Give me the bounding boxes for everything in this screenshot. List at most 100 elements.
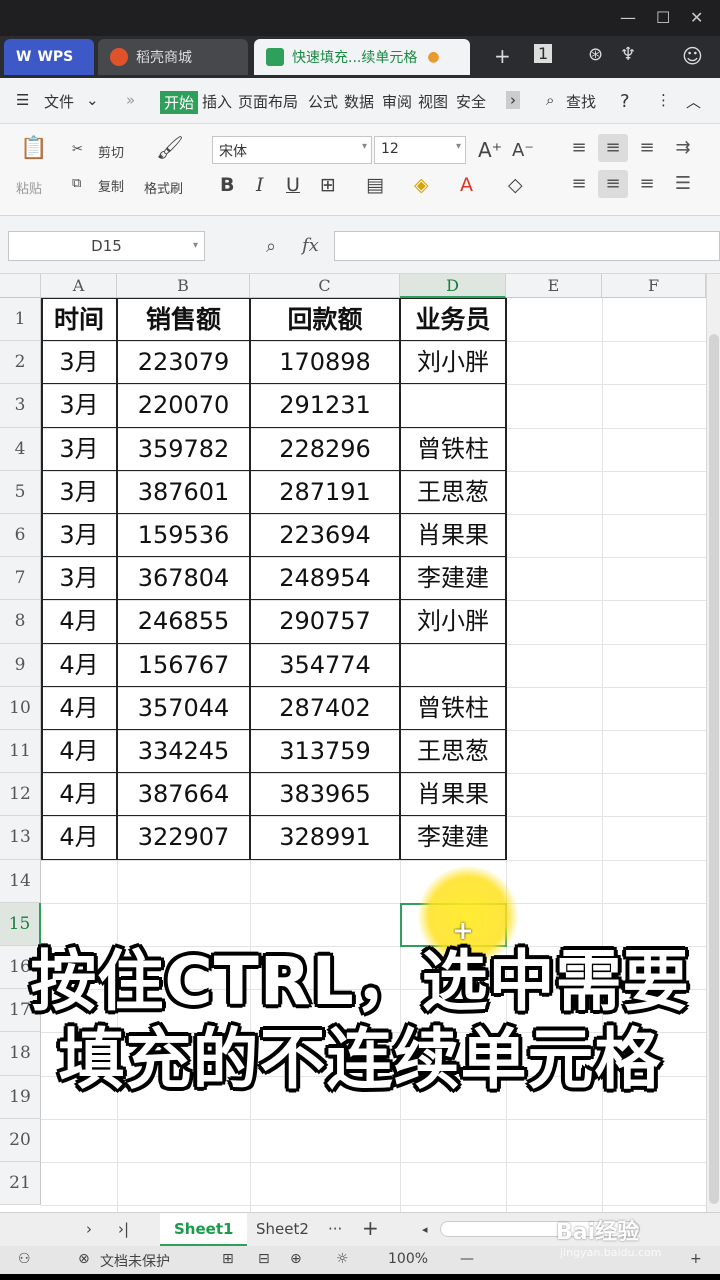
name-box[interactable]: D15 ▾: [8, 231, 205, 261]
page-layout-view-icon[interactable]: ⊟: [258, 1251, 270, 1267]
table-cell[interactable]: 王思葱: [400, 730, 506, 773]
table-cell[interactable]: 4月: [41, 600, 117, 643]
table-cell[interactable]: 肖果果: [400, 514, 506, 557]
column-header-e[interactable]: E: [506, 274, 602, 298]
search-icon[interactable]: ⌕: [546, 91, 554, 109]
row-header-11[interactable]: 11: [0, 730, 41, 774]
zoom-formula-icon[interactable]: ⌕: [266, 236, 276, 257]
more-left-icon[interactable]: »: [126, 91, 135, 109]
table-cell[interactable]: 322907: [117, 816, 250, 859]
column-header-f[interactable]: F: [602, 274, 706, 298]
paste-button[interactable]: 粘贴: [16, 178, 42, 197]
row-header-8[interactable]: 8: [0, 600, 41, 644]
fx-button[interactable]: fx: [302, 235, 319, 256]
table-cell[interactable]: 159536: [117, 514, 250, 557]
table-cell[interactable]: 357044: [117, 687, 250, 730]
menu-review[interactable]: 审阅: [382, 91, 412, 112]
add-sheet-button[interactable]: +: [362, 1216, 379, 1240]
menu-formula[interactable]: 公式: [308, 91, 338, 112]
font-size-select[interactable]: 12 ▾: [374, 136, 466, 164]
row-header-10[interactable]: 10: [0, 686, 41, 730]
skin-icon[interactable]: ♆: [620, 44, 636, 65]
select-all-corner[interactable]: [0, 274, 41, 298]
bold-icon[interactable]: B: [220, 174, 234, 196]
more-icon[interactable]: ⋮: [656, 91, 671, 109]
table-cell[interactable]: 刘小胖: [400, 341, 506, 384]
table-cell[interactable]: 328991: [250, 816, 400, 859]
table-cell[interactable]: 4月: [41, 730, 117, 773]
table-header-cell[interactable]: 时间: [41, 298, 117, 341]
row-header-21[interactable]: 21: [0, 1162, 41, 1206]
collapse-ribbon-icon[interactable]: ︿: [686, 91, 701, 112]
column-header-a[interactable]: A: [41, 274, 117, 298]
table-cell[interactable]: 290757: [250, 600, 400, 643]
row-header-2[interactable]: 2: [0, 341, 41, 385]
last-sheet-icon[interactable]: ›|: [118, 1220, 129, 1238]
align-middle-icon[interactable]: ≡: [598, 134, 628, 162]
help-icon[interactable]: ?: [620, 91, 630, 112]
table-cell[interactable]: 248954: [250, 557, 400, 600]
row-header-7[interactable]: 7: [0, 557, 41, 601]
table-cell[interactable]: 4月: [41, 816, 117, 859]
align-bottom-icon[interactable]: ≡: [632, 134, 662, 162]
menu-view[interactable]: 视图: [418, 91, 448, 112]
new-tab-icon[interactable]: +: [494, 44, 511, 68]
document-protection-status[interactable]: 文档未保护: [100, 1251, 170, 1271]
maximize-icon[interactable]: ☐: [656, 8, 670, 27]
table-cell[interactable]: 220070: [117, 384, 250, 427]
row-header-4[interactable]: 4: [0, 427, 41, 471]
clear-format-icon[interactable]: ◇: [508, 174, 523, 196]
font-name-select[interactable]: 宋体 ▾: [212, 136, 372, 164]
table-cell[interactable]: 354774: [250, 644, 400, 687]
table-cell[interactable]: 3月: [41, 557, 117, 600]
align-center-icon[interactable]: ≡: [598, 170, 628, 198]
format-painter-button[interactable]: 格式刷: [144, 178, 183, 197]
table-cell[interactable]: 3月: [41, 471, 117, 514]
table-cell[interactable]: 3月: [41, 341, 117, 384]
cell-style-icon[interactable]: ▤: [366, 174, 384, 196]
status-icon[interactable]: ⚇: [18, 1251, 31, 1267]
row-header-1[interactable]: 1: [0, 298, 41, 342]
table-cell[interactable]: 291231: [250, 384, 400, 427]
underline-icon[interactable]: U: [286, 174, 300, 196]
table-cell[interactable]: 246855: [117, 600, 250, 643]
vertical-scroll-thumb[interactable]: [709, 334, 719, 1204]
table-cell[interactable]: 李建建: [400, 557, 506, 600]
table-cell[interactable]: 曾铁柱: [400, 428, 506, 471]
row-header-20[interactable]: 20: [0, 1118, 41, 1162]
align-left-icon[interactable]: ≡: [564, 170, 594, 198]
table-cell[interactable]: 287191: [250, 471, 400, 514]
menu-file[interactable]: 文件: [44, 91, 74, 112]
table-cell[interactable]: 3月: [41, 428, 117, 471]
borders-icon[interactable]: ⊞: [320, 174, 336, 196]
row-header-6[interactable]: 6: [0, 514, 41, 558]
zoom-out-icon[interactable]: —: [460, 1251, 474, 1267]
table-cell[interactable]: 383965: [250, 773, 400, 816]
share-icon[interactable]: ⊛: [588, 44, 603, 65]
window-count-icon[interactable]: 1: [534, 44, 553, 63]
row-header-5[interactable]: 5: [0, 470, 41, 514]
align-top-icon[interactable]: ≡: [564, 134, 594, 162]
fill-color-icon[interactable]: ◈: [414, 174, 429, 196]
table-cell[interactable]: 156767: [117, 644, 250, 687]
close-icon[interactable]: ✕: [690, 8, 703, 27]
table-cell[interactable]: 4月: [41, 644, 117, 687]
italic-icon[interactable]: I: [256, 174, 264, 196]
tab-document[interactable]: 快速填充...续单元格 ●: [254, 39, 470, 75]
sheet-more-button[interactable]: ···: [328, 1220, 342, 1238]
format-painter-icon[interactable]: 🖌: [156, 136, 184, 161]
table-cell[interactable]: 刘小胖: [400, 600, 506, 643]
table-cell[interactable]: 曾铁柱: [400, 687, 506, 730]
table-cell[interactable]: [400, 644, 506, 687]
table-cell[interactable]: 367804: [117, 557, 250, 600]
row-header-3[interactable]: 3: [0, 384, 41, 428]
table-cell[interactable]: 王思葱: [400, 471, 506, 514]
menu-security[interactable]: 安全: [456, 91, 486, 112]
table-cell[interactable]: 313759: [250, 730, 400, 773]
zoom-level[interactable]: 100%: [388, 1251, 428, 1267]
menu-scroll-right-icon[interactable]: ›: [506, 91, 520, 109]
menu-data[interactable]: 数据: [344, 91, 374, 112]
wrap-icon[interactable]: ⇉: [668, 134, 698, 162]
cut-icon[interactable]: ✂: [72, 142, 83, 157]
table-cell[interactable]: 223079: [117, 341, 250, 384]
